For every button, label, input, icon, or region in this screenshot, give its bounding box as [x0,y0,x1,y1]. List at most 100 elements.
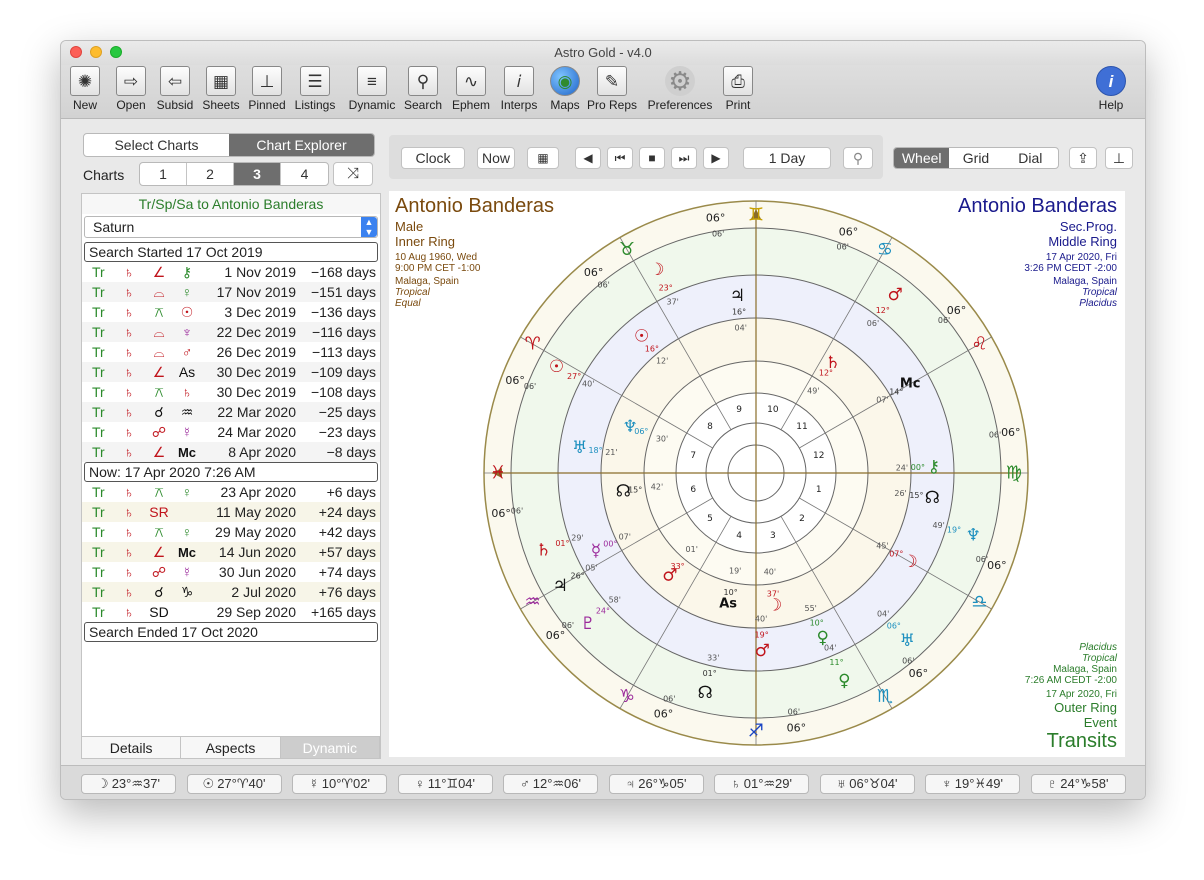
share-button[interactable]: ⇪ [1069,147,1097,169]
event-type: Tr [92,364,105,380]
pin-button[interactable]: ⊥ [1105,147,1133,169]
shuffle-button[interactable]: ⤨ [333,162,373,186]
now-button[interactable]: Now [477,147,515,169]
planet-position-pill[interactable]: ♃ 26°♑05' [608,774,704,794]
event-row[interactable]: Tr ♄ ∠ Mc 14 Jun 2020 +57 days [82,542,380,562]
event-row[interactable]: Tr ♄ ∠ Mc 8 Apr 2020 −8 days [82,442,380,462]
event-row[interactable]: Tr ♄ ⚻ ♀ 29 May 2020 +42 days [82,522,380,542]
chart-wheel[interactable]: ♓06° 06'♈06°06'♉06°06'♊06°06'♋06°06'♌06°0… [389,191,1125,757]
planet-degree-label: 24° [596,606,610,615]
tab-dynamic[interactable]: Dynamic [280,737,380,758]
event-row[interactable]: Tr ♄ ⚻ ♄ 30 Dec 2019 −108 days [82,382,380,402]
event-target: ♒ [180,403,194,420]
event-row[interactable]: Tr ♄ ⚻ ☉ 3 Dec 2019 −136 days [82,302,380,322]
minimize-window-button[interactable] [90,46,102,58]
close-window-button[interactable] [70,46,82,58]
event-aspect: ∠ [152,363,166,380]
pinned-toolbar-button[interactable]: ⊥ Pinned [247,66,287,112]
ephem-toolbar-button[interactable]: ∿ Ephem [449,66,493,112]
tab-details[interactable]: Details [82,737,182,758]
event-row[interactable]: Tr ♄ ∠ ⚷ 1 Nov 2019 −168 days [82,262,380,282]
chart-number-3[interactable]: 3 [234,163,281,185]
step-back-button[interactable]: ◀ [575,147,601,169]
event-list-panel: Tr/Sp/Sa to Antonio Banderas Saturn ▲ ▼ S… [81,193,381,759]
planet-position-pill[interactable]: ♀ 11°♊04' [397,774,493,794]
planet-position-pill[interactable]: ☿ 10°♈02' [292,774,387,794]
triangle-right-icon: ▶ [711,151,721,165]
interps-toolbar-button[interactable]: 𝑖 Interps [497,66,541,112]
event-planet: ♄ [123,604,135,620]
toolbar-label: Interps [500,98,538,112]
planet-degree-label: 00° [911,463,925,472]
help-toolbar-button[interactable]: i Help [1091,66,1131,112]
planet-position-pill[interactable]: ♇ 24°♑58' [1030,774,1126,794]
sheets-toolbar-button[interactable]: ▦ Sheets [199,66,243,112]
event-row[interactable]: Tr ♄ ⌓ ♀ 17 Nov 2019 −151 days [82,282,380,302]
maximize-window-button[interactable] [110,46,122,58]
cusp-minute-label: 06' [902,657,914,666]
planet-glyph: ♃ [553,576,568,596]
chart-number-2[interactable]: 2 [187,163,234,185]
planet-minute-label: 49' [932,521,944,530]
tab-dial[interactable]: Dial [1003,148,1058,168]
planet-position-pill[interactable]: ☽ 23°♒37' [81,774,176,794]
event-aspect: ☍ [151,563,167,580]
print-toolbar-button[interactable]: ⎙ Print [721,66,755,112]
pro-reps-toolbar-button[interactable]: ✎ Pro Reps [587,66,637,112]
tab-grid[interactable]: Grid [949,148,1002,168]
event-target: ♑ [180,583,194,600]
planet-position-pill[interactable]: ♆ 19°♓49' [925,774,1020,794]
zodiac-sign-glyph: ♍ [1006,463,1022,484]
event-row[interactable]: Tr ♄ ⌓ ♆ 22 Dec 2019 −116 days [82,322,380,342]
event-row[interactable]: Tr ♄ SD 29 Sep 2020 +165 days [82,602,380,622]
tab-chart-explorer[interactable]: Chart Explorer [229,134,374,156]
planet-position-pill[interactable]: ♂ 12°♒06' [503,774,598,794]
step-size-select[interactable]: 1 Day [743,147,831,169]
tab-wheel[interactable]: Wheel [894,148,950,168]
chart-number-4[interactable]: 4 [281,163,328,185]
planet-minute-label: 04' [735,323,747,332]
planet-glyph: ♀ [414,776,425,791]
new-toolbar-button[interactable]: ✺ New [69,66,101,112]
event-row[interactable]: Tr ♄ ☍ ☿ 24 Mar 2020 −23 days [82,422,380,442]
dynamic-toolbar-button[interactable]: ≡ Dynamic [344,66,400,112]
event-row[interactable]: Tr ♄ ∠ As 30 Dec 2019 −109 days [82,362,380,382]
event-row[interactable]: Tr ♄ ☍ ☿ 30 Jun 2020 +74 days [82,562,380,582]
event-row[interactable]: Tr ♄ ☌ ♒ 22 Mar 2020 −25 days [82,402,380,422]
event-row[interactable]: Tr ♄ ☌ ♑ 2 Jul 2020 +76 days [82,582,380,602]
event-planet: ♄ [123,384,135,400]
open-toolbar-button[interactable]: ⇨ Open [111,66,151,112]
tab-select-charts[interactable]: Select Charts [84,134,229,156]
event-row[interactable]: Tr ♄ SR 11 May 2020 +24 days [82,502,380,522]
planet-glyph: ☿ [308,776,319,791]
search-toolbar-button[interactable]: ⚲ Search [403,66,443,112]
planet-select[interactable]: Saturn ▲ ▼ [84,216,378,238]
listings-toolbar-button[interactable]: ☰ Listings [291,66,339,112]
skip-back-button[interactable]: ⏮ [607,147,633,169]
event-row[interactable]: Tr ♄ ⚻ ♀ 23 Apr 2020 +6 days [82,482,380,502]
step-forward-button[interactable]: ▶ [703,147,729,169]
clock-button[interactable]: Clock [401,147,465,169]
calendar-button[interactable]: ▦ [527,147,559,169]
open-icon: ⇨ [116,66,146,96]
cusp-minute-label: 06' [524,382,536,391]
subsid-toolbar-button[interactable]: ⇦ Subsid [154,66,196,112]
maps-toolbar-button[interactable]: ◉ Maps [547,66,583,112]
event-aspect: ∠ [152,263,166,280]
planet-position-pill[interactable]: ♅ 06°♉04' [819,774,915,794]
zoom-button[interactable]: ⚲ [843,147,873,169]
preferences-toolbar-button[interactable]: ⚙ Preferences [645,66,715,112]
stop-button[interactable]: ■ [639,147,665,169]
chart-number-1[interactable]: 1 [140,163,187,185]
planet-position-pill[interactable]: ♄ 01°♒29' [714,774,809,794]
event-aspect: ∠ [152,543,166,560]
tab-aspects[interactable]: Aspects [181,737,281,758]
event-target: ⚷ [181,263,193,280]
planet-position-pill[interactable]: ☉ 27°♈40' [186,774,282,794]
subsid-icon: ⇦ [160,66,190,96]
skip-forward-button[interactable]: ⏭ [671,147,697,169]
pin-icon: ⊥ [252,66,282,96]
toolbar-label: Maps [550,98,580,112]
event-row[interactable]: Tr ♄ ⌓ ♂ 26 Dec 2019 −113 days [82,342,380,362]
toolbar-label: Open [116,98,146,112]
